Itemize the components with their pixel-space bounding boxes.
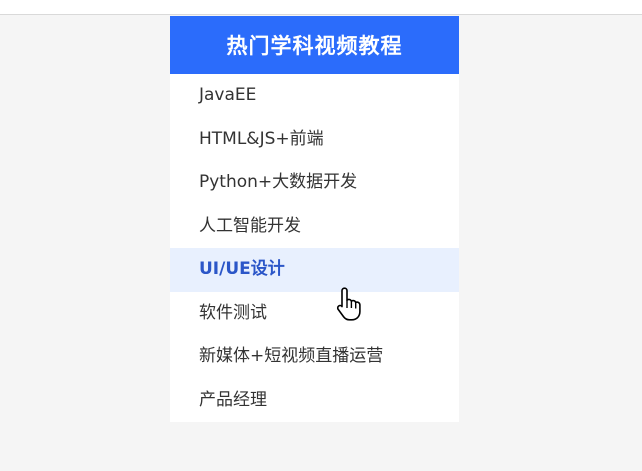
menu-item-javaee[interactable]: JavaEE — [170, 74, 459, 118]
menu-title: 热门学科视频教程 — [170, 16, 459, 74]
menu-list: JavaEE HTML&JS+前端 Python+大数据开发 人工智能开发 UI… — [170, 74, 459, 422]
menu-item-python-bigdata[interactable]: Python+大数据开发 — [170, 161, 459, 205]
browser-top-bar — [0, 0, 642, 15]
hand-pointer-icon — [336, 287, 361, 321]
menu-item-ai-development[interactable]: 人工智能开发 — [170, 205, 459, 249]
menu-item-ui-ue-design[interactable]: UI/UE设计 — [170, 248, 459, 292]
menu-item-product-manager[interactable]: 产品经理 — [170, 379, 459, 423]
menu-item-new-media-live[interactable]: 新媒体+短视频直播运营 — [170, 335, 459, 379]
course-menu: 热门学科视频教程 JavaEE HTML&JS+前端 Python+大数据开发 … — [170, 16, 459, 422]
menu-item-software-testing[interactable]: 软件测试 — [170, 292, 459, 336]
menu-item-html-js-frontend[interactable]: HTML&JS+前端 — [170, 118, 459, 162]
